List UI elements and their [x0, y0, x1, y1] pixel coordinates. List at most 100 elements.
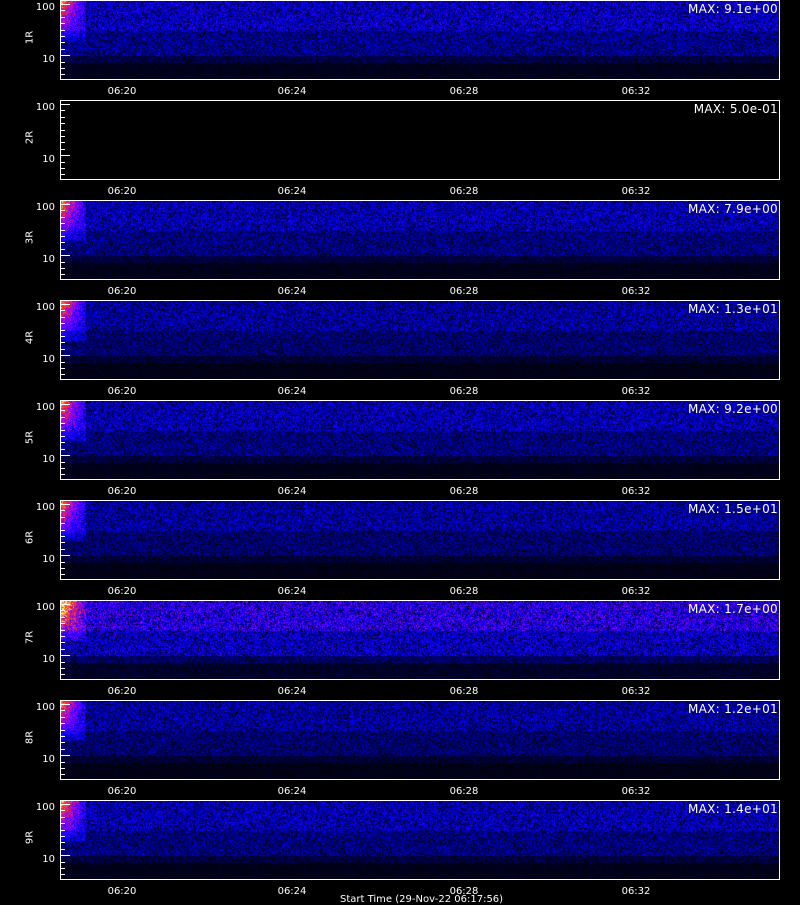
y-tick-mark — [60, 723, 65, 725]
y-tick-mark — [60, 436, 65, 437]
y-tick-mark — [60, 555, 70, 557]
y-tick-mark — [60, 755, 70, 757]
y-tick-mark — [60, 55, 70, 57]
y-tick-mark — [60, 661, 65, 663]
y-axis-label: 1R — [24, 30, 36, 45]
x-tick-label: 06:20 — [107, 586, 137, 597]
y-tick-label: 100 — [35, 502, 55, 513]
x-tick-label: 06:32 — [621, 286, 651, 297]
y-tick-mark — [60, 123, 65, 125]
y-tick-mark — [60, 416, 65, 418]
max-value-label: MAX: 1.2e+01 — [687, 702, 778, 716]
y-tick-mark — [60, 623, 65, 625]
y-tick-mark — [60, 61, 65, 63]
y-tick-mark — [60, 274, 65, 276]
y-axis-label: 3R — [24, 230, 36, 245]
y-tick-mark — [60, 268, 65, 269]
y-tick-mark — [60, 204, 70, 205]
y-tick-mark — [60, 810, 65, 812]
y-tick-mark — [60, 823, 65, 825]
y-tick-mark — [60, 868, 65, 869]
y-tick-mark — [60, 255, 70, 257]
y-tick-mark — [60, 310, 65, 312]
y-tick-mark — [60, 861, 65, 863]
y-tick-mark — [60, 116, 65, 118]
y-tick-mark — [60, 761, 65, 763]
spectrogram-image — [61, 601, 779, 679]
y-tick-mark — [60, 610, 65, 612]
y-axis-label: 7R — [24, 630, 36, 645]
y-tick-mark — [60, 529, 65, 531]
y-tick-mark — [60, 142, 65, 144]
spectrogram-panel: 7R 100 10 06:20 06:24 06:28 06:32 MAX: 1.7e+00 — [0, 600, 800, 700]
x-tick-label: 06:24 — [277, 486, 307, 497]
y-tick-mark — [60, 342, 65, 344]
x-tick-label: 06:24 — [277, 386, 307, 397]
y-tick-mark — [60, 736, 65, 737]
y-tick-mark — [60, 410, 65, 412]
y-tick-label: 100 — [35, 602, 55, 613]
x-tick-label: 06:20 — [107, 486, 137, 497]
y-tick-mark — [60, 448, 65, 450]
y-tick-mark — [60, 223, 65, 225]
x-tick-label: 06:28 — [449, 186, 479, 197]
y-tick-label: 100 — [35, 2, 55, 13]
x-tick-label: 06:24 — [277, 286, 307, 297]
x-tick-label: 06:24 — [277, 586, 307, 597]
y-tick-mark — [60, 442, 65, 444]
y-tick-mark — [60, 629, 65, 631]
y-tick-mark — [60, 848, 65, 850]
y-tick-mark — [60, 336, 65, 337]
x-tick-label: 06:24 — [277, 786, 307, 797]
spectrogram-stack: 1R 100 10 06:20 06:24 06:28 06:32 MAX: 9.1e+00 2… — [0, 0, 800, 900]
y-tick-mark — [60, 516, 65, 518]
x-tick-label: 06:20 — [107, 686, 137, 697]
y-tick-label: 100 — [35, 702, 55, 713]
y-tick-label: 100 — [35, 302, 55, 313]
spectrogram-panel: 3R 100 10 06:20 06:24 06:28 06:32 MAX: 7.9e+00 — [0, 200, 800, 300]
plot-area — [60, 100, 780, 180]
y-tick-label: 10 — [42, 554, 55, 565]
x-tick-label: 06:28 — [449, 286, 479, 297]
y-tick-mark — [60, 642, 65, 644]
plot-area — [60, 0, 780, 80]
y-tick-mark — [60, 129, 65, 131]
plot-area — [60, 600, 780, 680]
max-value-label: MAX: 7.9e+00 — [687, 202, 778, 216]
max-value-label: MAX: 1.3e+01 — [687, 302, 778, 316]
y-tick-mark — [60, 368, 65, 369]
y-tick-mark — [60, 23, 65, 25]
max-value-label: MAX: 9.2e+00 — [687, 402, 778, 416]
x-tick-label: 06:28 — [449, 486, 479, 497]
y-tick-mark — [60, 161, 65, 163]
y-tick-label: 100 — [35, 402, 55, 413]
y-tick-mark — [60, 242, 65, 244]
y-tick-mark — [60, 804, 70, 805]
y-tick-mark — [60, 574, 65, 576]
x-tick-label: 06:32 — [621, 386, 651, 397]
y-axis-label: 2R — [24, 130, 36, 145]
spectrogram-panel: 2R 100 10 06:20 06:24 06:28 06:32 MAX: 5.0e-01 — [0, 100, 800, 200]
y-tick-mark — [60, 455, 70, 457]
y-tick-mark — [60, 616, 65, 618]
y-tick-mark — [60, 816, 65, 818]
y-tick-mark — [60, 329, 65, 331]
y-tick-mark — [60, 216, 65, 218]
x-tick-label: 06:28 — [449, 586, 479, 597]
spectrogram-image — [61, 701, 779, 779]
y-tick-mark — [60, 374, 65, 376]
x-tick-label: 06:32 — [621, 486, 651, 497]
y-tick-mark — [60, 361, 65, 363]
y-tick-mark — [60, 16, 65, 18]
x-tick-label: 06:32 — [621, 786, 651, 797]
y-tick-mark — [60, 136, 65, 137]
x-tick-label: 06:20 — [107, 786, 137, 797]
y-tick-mark — [60, 429, 65, 431]
x-tick-label: 06:28 — [449, 386, 479, 397]
x-tick-label: 06:28 — [449, 686, 479, 697]
plot-area — [60, 700, 780, 780]
y-tick-label: 10 — [42, 354, 55, 365]
y-axis-label: 6R — [24, 530, 36, 545]
x-tick-label: 06:20 — [107, 186, 137, 197]
y-tick-mark — [60, 423, 65, 425]
